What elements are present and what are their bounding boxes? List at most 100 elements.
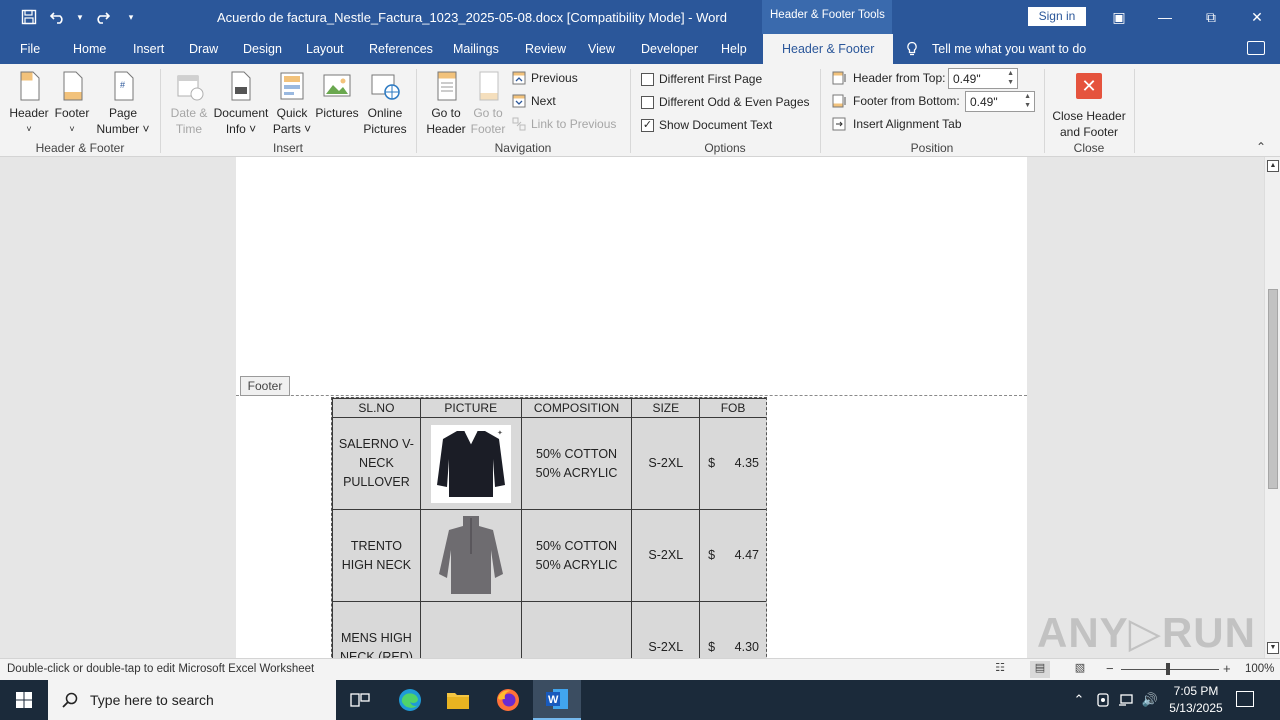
- footer-tag: Footer: [240, 376, 290, 396]
- notification-center-icon[interactable]: [1236, 691, 1254, 707]
- header-position-icon: [832, 71, 846, 85]
- collapse-ribbon-icon[interactable]: ⌃: [1256, 140, 1266, 154]
- tab-insert[interactable]: Insert: [133, 34, 164, 64]
- spin-up-icon[interactable]: ▲: [1024, 93, 1031, 100]
- undo-dropdown-icon[interactable]: ▼: [74, 0, 86, 34]
- redo-icon[interactable]: [86, 0, 116, 34]
- tab-developer[interactable]: Developer: [641, 34, 698, 64]
- network-security-icon[interactable]: [1094, 680, 1112, 720]
- network-icon[interactable]: [1116, 680, 1136, 720]
- column-header: FOB: [699, 398, 766, 418]
- go-to-header-button[interactable]: Go to Header: [424, 70, 468, 137]
- document-info-button[interactable]: Document Info ˅: [211, 70, 271, 137]
- tell-me-search[interactable]: Tell me what you want to do: [906, 34, 1086, 64]
- tab-view[interactable]: View: [588, 34, 615, 64]
- fob-cell: $4.47: [699, 509, 766, 602]
- close-window-button[interactable]: ✕: [1234, 0, 1280, 34]
- different-first-page-checkbox[interactable]: Different First Page: [641, 69, 762, 89]
- clock-date: 5/13/2025: [1169, 701, 1223, 715]
- header-button[interactable]: Header ˅: [8, 70, 50, 137]
- quick-parts-button[interactable]: Quick Parts ˅: [272, 70, 312, 137]
- online-pictures-button[interactable]: Online Pictures: [362, 70, 408, 137]
- ribbon-display-options-icon[interactable]: ▣: [1096, 0, 1142, 34]
- zoom-in-button[interactable]: +: [1223, 661, 1231, 676]
- restore-button[interactable]: ⧉: [1188, 0, 1234, 34]
- footer-button[interactable]: Footer ˅: [52, 70, 92, 137]
- product-picture-cell: ✦: [419, 417, 522, 510]
- save-icon[interactable]: [14, 0, 44, 34]
- volume-icon[interactable]: 🔊: [1140, 680, 1160, 720]
- column-header: PICTURE: [419, 398, 522, 418]
- close-header-footer-button[interactable]: ✕ Close Header and Footer: [1050, 70, 1128, 140]
- show-document-text-checkbox[interactable]: ✓ Show Document Text: [641, 115, 772, 135]
- tab-help[interactable]: Help: [721, 34, 747, 64]
- spin-up-icon[interactable]: ▲: [1007, 70, 1014, 77]
- sign-in-button[interactable]: Sign in: [1028, 7, 1086, 26]
- group-label-header-footer: Header & Footer: [35, 141, 125, 155]
- status-message: Double-click or double-tap to edit Micro…: [7, 663, 315, 675]
- pictures-button[interactable]: Pictures: [314, 70, 360, 121]
- header-from-top-input[interactable]: 0.49" ▲ ▼: [948, 68, 1018, 89]
- tab-design[interactable]: Design: [243, 34, 282, 64]
- zoom-level[interactable]: 100%: [1245, 663, 1274, 675]
- date-time-button[interactable]: Date & Time: [166, 70, 212, 137]
- taskbar-search-box[interactable]: Type here to search: [48, 680, 336, 720]
- web-layout-icon[interactable]: ▧: [1070, 661, 1090, 678]
- column-header: SL.NO: [332, 398, 421, 418]
- firefox-icon[interactable]: [484, 680, 532, 720]
- tab-draw[interactable]: Draw: [189, 34, 218, 64]
- go-to-header-icon: [430, 70, 462, 102]
- spin-down-icon[interactable]: ▼: [1007, 79, 1014, 86]
- customize-qat-icon[interactable]: ▾: [116, 0, 146, 34]
- windows-start-icon[interactable]: [0, 680, 48, 720]
- tab-mailings[interactable]: Mailings: [453, 34, 499, 64]
- undo-icon[interactable]: [44, 0, 74, 34]
- composition-cell: 50% COTTON 50% ACRYLIC: [520, 509, 633, 602]
- tab-file[interactable]: File: [20, 34, 40, 64]
- quick-parts-icon: [276, 70, 308, 102]
- zoom-slider-track[interactable]: [1121, 669, 1219, 670]
- zoom-out-button[interactable]: −: [1106, 661, 1114, 676]
- go-to-footer-button[interactable]: Go to Footer: [467, 70, 509, 137]
- window-title: Acuerdo de factura_Nestle_Factura_1023_2…: [217, 10, 727, 25]
- footer-from-bottom-input[interactable]: 0.49" ▲ ▼: [965, 91, 1035, 112]
- comments-icon[interactable]: [1247, 41, 1265, 55]
- word-taskbar-icon[interactable]: W: [533, 680, 581, 720]
- tab-review[interactable]: Review: [525, 34, 566, 64]
- embedded-excel-worksheet[interactable]: SL.NO PICTURE COMPOSITION SIZE FOB SALER…: [331, 397, 767, 658]
- grey-high-neck-image: [430, 513, 511, 598]
- insert-alignment-tab-button[interactable]: Insert Alignment Tab: [832, 114, 962, 134]
- link-to-previous-button[interactable]: Link to Previous: [512, 114, 616, 134]
- tab-references[interactable]: References: [369, 34, 433, 64]
- task-view-icon[interactable]: [336, 680, 384, 720]
- group-label-position: Position: [910, 141, 954, 155]
- document-area: Footer SL.NO PICTURE COMPOSITION SIZE FO…: [0, 157, 1264, 658]
- document-page[interactable]: Footer SL.NO PICTURE COMPOSITION SIZE FO…: [236, 157, 1027, 658]
- next-button[interactable]: Next: [512, 91, 556, 111]
- search-placeholder: Type here to search: [90, 692, 214, 708]
- group-label-options: Options: [704, 141, 746, 155]
- tab-home[interactable]: Home: [73, 34, 106, 64]
- page-number-button[interactable]: # Page Number ˅: [94, 70, 152, 137]
- tab-layout[interactable]: Layout: [306, 34, 344, 64]
- tab-header-footer[interactable]: Header & Footer: [763, 34, 894, 64]
- quick-access-toolbar: ▼ ▾: [14, 0, 146, 34]
- different-odd-even-checkbox[interactable]: Different Odd & Even Pages: [641, 92, 810, 112]
- group-label-insert: Insert: [272, 141, 303, 155]
- show-hidden-icons-chevron-icon[interactable]: ⌃: [1070, 680, 1088, 720]
- spin-down-icon[interactable]: ▼: [1024, 102, 1031, 109]
- windows-taskbar: Type here to search W ⌃ 🔊 7:05 PM 5/13/2…: [0, 680, 1280, 720]
- footer-position-icon: [832, 94, 846, 108]
- edge-browser-icon[interactable]: [386, 680, 434, 720]
- previous-button[interactable]: Previous: [512, 68, 578, 88]
- print-layout-icon[interactable]: ▤: [1030, 661, 1050, 678]
- scroll-up-arrow-icon[interactable]: ▲: [1267, 160, 1279, 172]
- file-explorer-icon[interactable]: [434, 680, 482, 720]
- vertical-scrollbar[interactable]: ▲ ▼: [1264, 157, 1280, 658]
- read-mode-icon[interactable]: ☷: [990, 661, 1010, 678]
- system-clock[interactable]: 7:05 PM 5/13/2025: [1164, 683, 1228, 717]
- scroll-down-arrow-icon[interactable]: ▼: [1267, 642, 1279, 654]
- minimize-button[interactable]: —: [1142, 0, 1188, 34]
- scrollbar-thumb[interactable]: [1268, 289, 1278, 489]
- zoom-slider-knob[interactable]: [1166, 663, 1170, 675]
